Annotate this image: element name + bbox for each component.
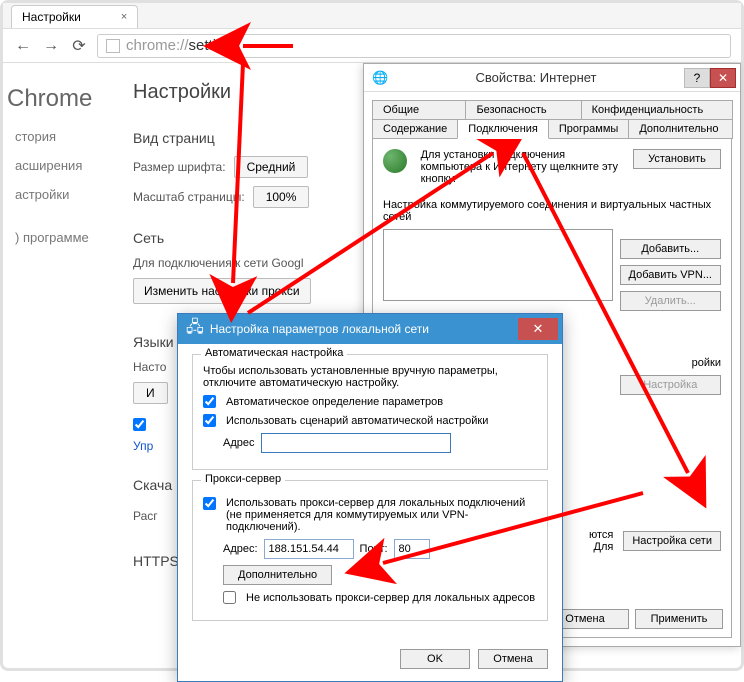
page-title: Настройки: [133, 81, 343, 104]
zoom-select[interactable]: 100%: [253, 186, 310, 208]
close-button[interactable]: ✕: [710, 68, 736, 88]
script-address-input[interactable]: [261, 433, 451, 453]
inet-title: Свойства: Интернет: [388, 70, 684, 85]
proxy-port-input[interactable]: [394, 539, 430, 559]
dialup-label: Настройка коммутируемого соединения и ви…: [383, 199, 721, 223]
bypass-local-checkbox[interactable]: [223, 591, 236, 604]
auto-detect-checkbox[interactable]: [203, 395, 216, 408]
lang-setting-label: Насто: [133, 360, 166, 374]
use-proxy-checkbox[interactable]: [203, 497, 216, 510]
setup-button[interactable]: Установить: [633, 149, 721, 169]
inet-tabs: Общие Безопасность Конфиденциальность Со…: [372, 100, 732, 138]
lang-checkbox[interactable]: [133, 418, 146, 431]
auto-group-title: Автоматическая настройка: [201, 347, 347, 359]
network-icon: 🖧: [186, 316, 204, 343]
section-page-view: Вид страниц: [133, 130, 343, 146]
lan-settings-button[interactable]: Настройка сети: [623, 531, 721, 551]
setup-text: Для установки подключения компьютера к И…: [421, 149, 627, 185]
lang-manage-link[interactable]: Упр: [133, 439, 153, 453]
lan-title: Настройка параметров локальной сети: [210, 322, 518, 336]
network-desc: Для подключения к сети Googl: [133, 256, 304, 270]
globe-icon: [383, 149, 407, 173]
close-icon[interactable]: ×: [121, 11, 127, 23]
auto-desc: Чтобы использовать установленные вручную…: [203, 365, 537, 389]
remove-button[interactable]: Удалить...: [620, 291, 721, 311]
lan-settings-window: 🖧 Настройка параметров локальной сети ✕ …: [177, 313, 563, 682]
settings-label-partial: ройки: [620, 357, 721, 369]
tab-general[interactable]: Общие: [372, 100, 466, 120]
tab-security[interactable]: Безопасность: [465, 100, 581, 120]
section-network: Сеть: [133, 230, 343, 246]
bypass-local-label: Не использовать прокси-сервер для локаль…: [246, 592, 535, 604]
lan-titlebar[interactable]: 🖧 Настройка параметров локальной сети ✕: [178, 314, 562, 344]
add-button[interactable]: Добавить...: [620, 239, 721, 259]
close-button[interactable]: ✕: [518, 318, 558, 340]
lang-change-button[interactable]: И: [133, 382, 168, 404]
use-proxy-label: Использовать прокси-сервер для локальных…: [226, 497, 537, 533]
lan-text2: Для: [589, 541, 613, 553]
auto-detect-label: Автоматическое определение параметров: [226, 396, 443, 408]
auto-config-group: Автоматическая настройка Чтобы использов…: [192, 354, 548, 470]
conn-settings-button[interactable]: Настройка: [620, 375, 721, 395]
tab-title: Настройки: [22, 10, 81, 24]
proxy-advanced-button[interactable]: Дополнительно: [223, 565, 332, 585]
lan-ok-button[interactable]: OK: [400, 649, 470, 669]
lan-cancel-button[interactable]: Отмена: [478, 649, 548, 669]
download-loc-label: Расг: [133, 509, 158, 523]
tab-content[interactable]: Содержание: [372, 119, 458, 139]
reload-button[interactable]: ⟳: [69, 36, 89, 56]
font-size-label: Размер шрифта:: [133, 160, 226, 174]
browser-tab-bar: Настройки ×: [3, 3, 741, 29]
proxy-port-label: Порт:: [360, 543, 388, 555]
url-path: settings: [189, 37, 241, 54]
help-button[interactable]: ?: [684, 68, 710, 88]
auto-script-label: Использовать сценарий автоматической нас…: [226, 415, 488, 427]
proxy-group-title: Прокси-сервер: [201, 473, 285, 485]
proxy-group: Прокси-сервер Использовать прокси-сервер…: [192, 480, 548, 621]
auto-script-checkbox[interactable]: [203, 414, 216, 427]
script-address-label: Адрес: [223, 437, 255, 449]
tab-connections[interactable]: Подключения: [457, 119, 549, 139]
proxy-address-input[interactable]: [264, 539, 354, 559]
address-input[interactable]: chrome://settings: [97, 34, 731, 58]
font-size-select[interactable]: Средний: [234, 156, 309, 178]
proxy-addr-label: Адрес:: [223, 543, 258, 555]
tab-programs[interactable]: Программы: [548, 119, 629, 139]
inet-apply-button[interactable]: Применить: [635, 609, 723, 629]
tab-advanced[interactable]: Дополнительно: [628, 119, 733, 139]
connections-listbox[interactable]: [383, 229, 613, 301]
add-vpn-button[interactable]: Добавить VPN...: [620, 265, 721, 285]
change-proxy-button[interactable]: Изменить настройки прокси: [133, 278, 311, 304]
address-bar-row: ← → ⟳ chrome://settings: [3, 29, 741, 63]
page-icon: [106, 39, 120, 53]
globe-icon: 🌐: [372, 70, 388, 86]
forward-button[interactable]: →: [41, 36, 61, 56]
zoom-label: Масштаб страницы:: [133, 190, 245, 204]
back-button[interactable]: ←: [13, 36, 33, 56]
url-prefix: chrome://: [126, 37, 189, 54]
lan-text1: ются: [589, 529, 613, 541]
browser-tab[interactable]: Настройки ×: [11, 5, 138, 28]
tab-privacy[interactable]: Конфиденциальность: [581, 100, 733, 120]
inet-titlebar[interactable]: 🌐 Свойства: Интернет ? ✕: [364, 64, 740, 92]
